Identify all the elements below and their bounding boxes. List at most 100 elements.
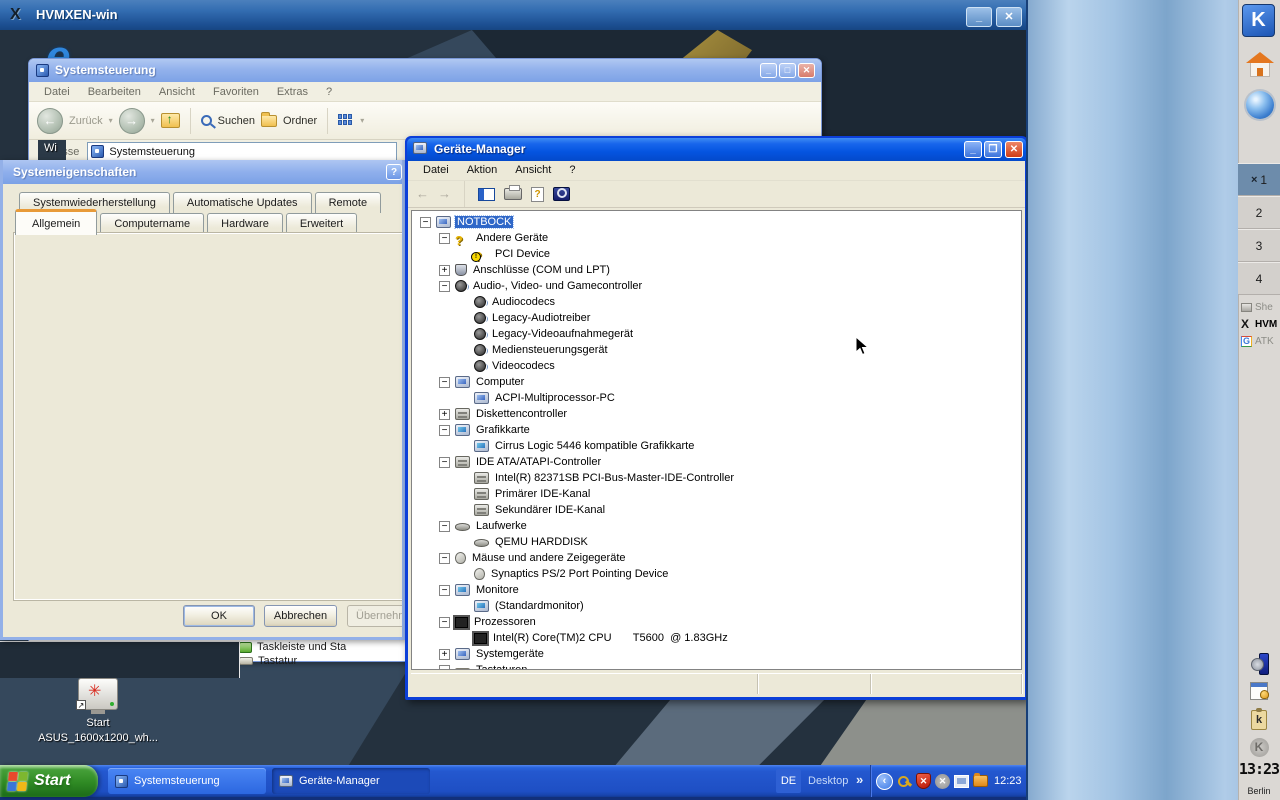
list-item[interactable]: Taskleiste und Sta xyxy=(239,641,346,653)
tab[interactable]: Automatische Updates xyxy=(173,192,312,213)
cancel-button[interactable]: Abbrechen xyxy=(264,605,337,627)
apply-button[interactable]: Übernehmen xyxy=(347,605,405,627)
tree-item[interactable]: Intel(R) 82371SB PCI-Bus-Master-IDE-Cont… xyxy=(412,470,1021,486)
taskbar-item-device-manager[interactable]: Geräte-Manager xyxy=(272,768,430,794)
tree-item[interactable]: QEMU HARDDISK xyxy=(412,534,1021,550)
control-panel-titlebar[interactable]: Systemsteuerung _ □ ✕ xyxy=(29,59,821,82)
tree-item[interactable]: PCI Device xyxy=(412,246,1021,262)
forward-dropdown-icon[interactable]: ▾ xyxy=(151,116,155,125)
vm-close-button[interactable]: ✕ xyxy=(996,7,1022,27)
menu-item[interactable]: Datei xyxy=(414,164,458,176)
tree-expander[interactable]: + xyxy=(439,649,450,660)
properties-help-icon[interactable]: ? xyxy=(531,187,544,202)
tree-item[interactable]: Videocodecs xyxy=(412,358,1021,374)
taskbar-clock[interactable]: 12:23 xyxy=(994,775,1022,787)
pager-desktop-cell[interactable]: × 1 xyxy=(1238,163,1280,196)
forward-icon[interactable]: → xyxy=(438,187,451,201)
minimize-button[interactable]: _ xyxy=(760,63,777,78)
tree-item[interactable]: − Grafikkarte xyxy=(412,422,1021,438)
tree-item[interactable]: Synaptics PS/2 Port Pointing Device xyxy=(412,566,1021,582)
tree-item[interactable]: Cirrus Logic 5446 kompatible Grafikkarte xyxy=(412,438,1021,454)
tree-item[interactable]: − Mäuse und andere Zeigegeräte xyxy=(412,550,1021,566)
system-properties-titlebar[interactable]: Systemeigenschaften ? xyxy=(3,160,402,184)
tree-item[interactable]: + Diskettencontroller xyxy=(412,406,1021,422)
search-icon[interactable] xyxy=(201,115,212,126)
start-button[interactable]: Start xyxy=(0,765,98,797)
kde-clock[interactable]: 13:23 xyxy=(1238,760,1280,778)
tree-item[interactable]: ACPI-Multiprocessor-PC xyxy=(412,390,1021,406)
device-manager-titlebar[interactable]: Geräte-Manager _ ❐ ✕ xyxy=(407,138,1026,161)
menu-item[interactable]: ? xyxy=(317,86,341,98)
print-icon[interactable] xyxy=(504,188,522,200)
up-folder-icon[interactable] xyxy=(161,113,180,128)
address-input[interactable]: Systemsteuerung xyxy=(87,142,397,162)
language-indicator[interactable]: DE xyxy=(776,769,801,793)
maximize-button[interactable]: □ xyxy=(779,63,796,78)
kde-calendar-alarm-icon[interactable] xyxy=(1238,682,1280,700)
tree-item[interactable]: − NOTBOCK xyxy=(412,214,1021,230)
menu-item[interactable]: Bearbeiten xyxy=(79,86,150,98)
display-tray-icon[interactable] xyxy=(954,775,969,788)
tab[interactable]: Erweitert xyxy=(286,213,357,234)
tree-expander[interactable]: + xyxy=(439,265,450,276)
menu-item[interactable]: Ansicht xyxy=(506,164,560,176)
tab[interactable]: Computername xyxy=(100,213,204,234)
tree-item[interactable]: Sekundärer IDE-Kanal xyxy=(412,502,1021,518)
kde-display-settings-icon[interactable] xyxy=(1238,653,1280,671)
minimize-button[interactable]: _ xyxy=(964,141,982,158)
tree-item[interactable]: − Tastaturen xyxy=(412,662,1021,670)
views-dropdown-icon[interactable]: ▾ xyxy=(360,116,364,125)
show-console-tree-icon[interactable] xyxy=(478,188,495,201)
tree-item[interactable]: − Computer xyxy=(412,374,1021,390)
tree-item[interactable]: (Standardmonitor) xyxy=(412,598,1021,614)
chevron-icon[interactable]: » xyxy=(856,765,863,795)
tree-expander[interactable]: − xyxy=(439,585,450,596)
menu-item[interactable]: Ansicht xyxy=(150,86,204,98)
tree-item[interactable]: Legacy-Audiotreiber xyxy=(412,310,1021,326)
menu-item[interactable]: Aktion xyxy=(458,164,507,176)
panel-task-item[interactable]: ATK xyxy=(1239,333,1280,350)
tree-expander[interactable]: − xyxy=(420,217,431,228)
desktop-shortcut-asus[interactable]: ↗ Start ASUS_1600x1200_wh... xyxy=(20,678,176,744)
tree-item[interactable]: − Monitore xyxy=(412,582,1021,598)
tree-expander[interactable]: − xyxy=(439,617,450,628)
tree-item[interactable]: + Systemgeräte xyxy=(412,646,1021,662)
taskbar-item-control-panel[interactable]: Systemsteuerung xyxy=(108,768,266,794)
back-icon[interactable]: ← xyxy=(416,187,429,201)
tree-item[interactable]: − Audio-, Video- und Gamecontroller xyxy=(412,278,1021,294)
tree-item[interactable]: Audiocodecs xyxy=(412,294,1021,310)
desktop-toolbar-label[interactable]: Desktop xyxy=(808,765,848,797)
key-icon[interactable] xyxy=(897,774,912,789)
folders-label[interactable]: Ordner xyxy=(283,115,317,127)
tree-expander[interactable]: − xyxy=(439,665,450,671)
tree-item[interactable]: Mediensteuerungsgerät xyxy=(412,342,1021,358)
views-icon[interactable] xyxy=(338,114,354,127)
pager-desktop-cell[interactable]: × 2 xyxy=(1238,196,1280,229)
menu-item[interactable]: Extras xyxy=(268,86,317,98)
tree-item[interactable]: Legacy-Videoaufnahmegerät xyxy=(412,326,1021,342)
tray-folder-icon[interactable] xyxy=(973,775,988,787)
close-button[interactable]: ✕ xyxy=(1005,141,1023,158)
restore-button[interactable]: ❐ xyxy=(984,141,1002,158)
security-shield-icon[interactable]: ✕ xyxy=(916,773,931,789)
tree-item[interactable]: Intel(R) Core(TM)2 CPU T5600 @ 1.83GHz xyxy=(412,630,1021,646)
panel-task-item[interactable]: HVM xyxy=(1239,316,1280,333)
list-item[interactable]: Tastatur xyxy=(239,655,297,667)
forward-icon[interactable]: → xyxy=(119,108,145,134)
back-icon[interactable]: ← xyxy=(37,108,63,134)
ok-button[interactable]: OK xyxy=(183,605,255,627)
panel-task-item[interactable]: She xyxy=(1239,299,1280,316)
scan-hardware-icon[interactable] xyxy=(553,187,570,201)
tree-expander[interactable]: − xyxy=(439,553,450,564)
tree-expander[interactable]: − xyxy=(439,457,450,468)
pager-desktop-cell[interactable]: × 3 xyxy=(1238,229,1280,262)
tree-expander[interactable]: − xyxy=(439,233,450,244)
pager-desktop-cell[interactable]: × 4 xyxy=(1238,262,1280,295)
vm-titlebar[interactable]: X HVMXEN-win _ ✕ xyxy=(0,0,1026,30)
tab[interactable]: Allgemein xyxy=(15,209,97,235)
home-icon[interactable] xyxy=(1246,52,1274,79)
tree-expander[interactable]: + xyxy=(439,409,450,420)
kde-menu-icon[interactable]: K xyxy=(1242,4,1275,37)
menu-item[interactable]: Favoriten xyxy=(204,86,268,98)
tree-expander[interactable]: − xyxy=(439,521,450,532)
